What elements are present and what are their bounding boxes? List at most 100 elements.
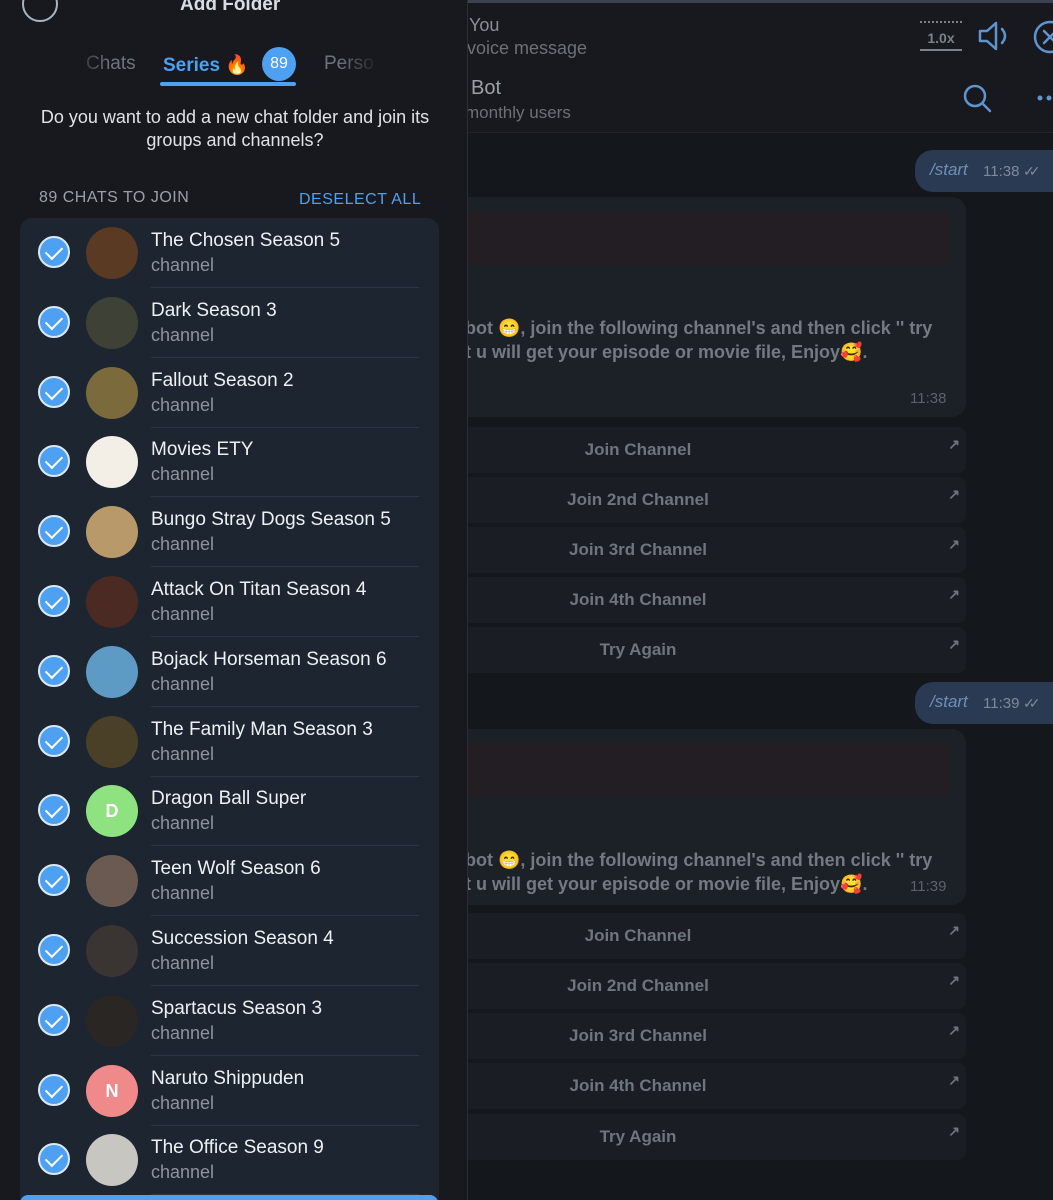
checkbox-checked-icon[interactable] [38, 305, 70, 338]
playback-speed-button[interactable]: 1.0x [920, 21, 962, 51]
tabs-fade-right [340, 48, 380, 82]
external-link-icon: ↗ [948, 972, 960, 988]
chat-row[interactable]: D Dragon Ball Super channel [20, 776, 439, 847]
chat-type: channel [151, 255, 215, 275]
button-label: Join 4th Channel [569, 1076, 707, 1095]
message-time: 11:39 [983, 695, 1020, 712]
chat-title: The Office Season 9 [151, 1137, 324, 1159]
panel-title: Add Folder [180, 0, 281, 15]
message-text-line: bot 😁, join the following channel's and … [465, 318, 933, 338]
chat-row[interactable]: The Office Season 9 channel [20, 1125, 439, 1196]
audio-sender-name: You [469, 15, 500, 35]
chats-count-label: 89 CHATS TO JOIN [39, 189, 190, 206]
button-label: Join 3rd Channel [569, 540, 707, 559]
chat-title: Movies ETY [151, 439, 254, 461]
chat-type: channel [151, 1092, 215, 1113]
chat-title: Teen Wolf Season 6 [151, 858, 321, 880]
checkbox-checked-icon[interactable] [38, 864, 70, 897]
chat-type: channel [151, 464, 215, 485]
message-time: 11:39 [910, 878, 947, 895]
chat-subtitle: monthly users [465, 103, 571, 122]
chat-row[interactable]: Bungo Stray Dogs Season 5 channel [20, 497, 439, 568]
tabs-fade-left [70, 48, 110, 82]
chat-row[interactable]: The Family Man Season 3 channel [20, 707, 439, 777]
chat-row[interactable]: Attack On Titan Season 4 channel [20, 567, 439, 637]
chat-row[interactable]: The Chosen Season 5 channel [20, 218, 439, 288]
chat-row[interactable]: N Naruto Shippuden channel [20, 1056, 439, 1126]
checkbox-checked-icon[interactable] [38, 654, 70, 687]
chat-type: channel [151, 604, 215, 624]
outgoing-message[interactable]: /start 11:38 ✓✓ [915, 150, 1053, 192]
avatar [86, 994, 138, 1047]
message-text: /start [930, 160, 968, 179]
avatar [86, 576, 138, 628]
avatar: D [86, 785, 138, 838]
external-link-icon: ↗ [948, 536, 960, 552]
checkbox-checked-icon[interactable] [38, 794, 70, 827]
chat-title: The Family Man Season 3 [151, 718, 373, 740]
tab-count-badge: 89 [262, 47, 296, 81]
audio-type-label: voice message [467, 38, 588, 58]
chat-type: channel [151, 743, 215, 764]
checkbox-checked-icon[interactable] [38, 1143, 70, 1176]
checkbox-checked-icon[interactable] [38, 934, 70, 966]
avatar [86, 296, 138, 349]
chat-type: channel [151, 394, 215, 415]
avatar-letter: N [105, 1080, 119, 1101]
chat-title: Naruto Shippuden [151, 1067, 305, 1089]
chat-row[interactable]: Succession Season 4 channel [20, 916, 439, 986]
avatar: N [86, 1064, 138, 1117]
avatar [86, 925, 138, 977]
close-player-icon[interactable] [1030, 17, 1053, 57]
chat-row[interactable]: Spartacus Season 3 channel [20, 986, 439, 1056]
chat-title: Spartacus Season 3 [151, 997, 323, 1019]
chat-title: The Chosen Season 5 [151, 230, 341, 251]
checkbox-checked-icon[interactable] [38, 515, 70, 548]
chat-title: Attack On Titan Season 4 [151, 579, 367, 600]
chat-row[interactable]: Fallout Season 2 channel [20, 358, 439, 428]
checkbox-checked-icon[interactable] [38, 585, 70, 617]
avatar [86, 506, 138, 559]
checkbox-checked-icon[interactable] [38, 236, 70, 268]
button-label: Join 4th Channel [569, 590, 707, 609]
chat-row[interactable]: Movies ETY channel [20, 427, 439, 498]
chat-row[interactable]: Teen Wolf Season 6 channel [20, 846, 439, 917]
message-text-line: bot 😁, join the following channel's and … [465, 850, 933, 870]
avatar [86, 436, 138, 489]
chat-row[interactable]: Bojack Horseman Season 6 channel [20, 637, 439, 707]
chat-type: channel [151, 673, 215, 694]
chat-type: channel [151, 953, 215, 973]
checkbox-checked-icon[interactable] [38, 1073, 70, 1106]
message-time: 11:38 [910, 390, 947, 407]
chat-row[interactable]: Dark Season 3 channel [20, 288, 439, 358]
more-options-icon[interactable] [1035, 85, 1053, 111]
external-link-icon: ↗ [948, 1123, 960, 1139]
message-text-line: t u will get your episode or movie file,… [465, 874, 868, 894]
active-tab-indicator [160, 82, 296, 86]
external-link-icon: ↗ [948, 922, 960, 938]
close-icon[interactable] [22, 0, 58, 22]
chat-type: channel [151, 813, 215, 834]
search-icon[interactable] [960, 81, 994, 115]
message-text: /start [930, 692, 968, 711]
checkbox-checked-icon[interactable] [38, 1003, 70, 1036]
avatar [86, 855, 138, 908]
checkbox-checked-icon[interactable] [38, 445, 70, 478]
button-label: Join 3rd Channel [569, 1026, 707, 1045]
chat-list: The Chosen Season 5 channel Dark Season 3 c… [20, 218, 439, 1200]
chat-title: Bot [471, 77, 502, 99]
button-label: Join 2nd Channel [567, 490, 709, 509]
avatar [86, 366, 138, 419]
chat-title: Fallout Season 2 [151, 369, 294, 391]
button-label: Try Again [599, 1127, 677, 1146]
checkbox-checked-icon[interactable] [38, 375, 70, 408]
outgoing-message[interactable]: /start 11:39 ✓✓ [915, 682, 1053, 724]
checkbox-checked-icon[interactable] [38, 724, 70, 757]
deselect-all-button[interactable]: DESELECT ALL [299, 191, 421, 209]
tab-series[interactable]: Series 🔥 [163, 53, 249, 77]
volume-icon[interactable] [975, 19, 1015, 53]
chat-type: channel [151, 534, 215, 555]
chat-title: Succession Season 4 [151, 928, 334, 949]
add-folder-button[interactable] [20, 1195, 438, 1200]
read-check-icon: ✓✓ [1023, 695, 1041, 711]
